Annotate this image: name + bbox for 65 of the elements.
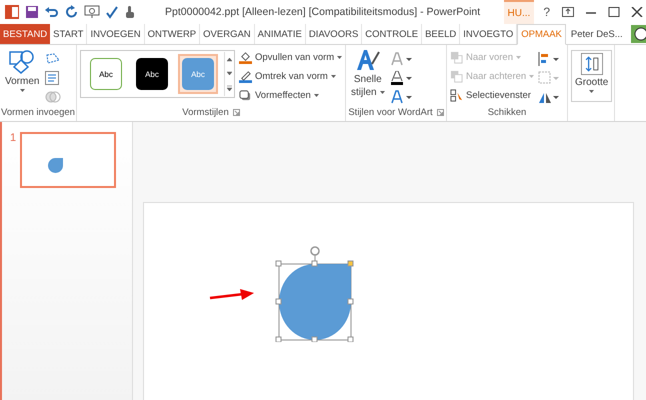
text-box-icon[interactable] <box>45 71 60 85</box>
text-effects-icon[interactable] <box>390 90 413 104</box>
ribbon-tab[interactable]: OVERGAN <box>200 24 255 44</box>
ribbon-tab[interactable]: START <box>50 24 88 44</box>
ribbon-tab[interactable]: CONTROLE <box>362 24 422 44</box>
shapes-button[interactable]: Vormen <box>3 48 42 107</box>
help-button[interactable]: ? <box>539 5 554 19</box>
selection-pane-icon <box>450 89 463 102</box>
spelling-icon[interactable] <box>105 5 119 19</box>
caret-icon <box>380 91 385 94</box>
shape-format-command[interactable]: Opvullen van vorm <box>239 49 342 66</box>
group-icon <box>538 71 560 85</box>
size-button[interactable]: Grootte <box>571 50 612 102</box>
save-icon[interactable] <box>25 5 39 19</box>
group-label: Schikken <box>486 107 528 120</box>
shape-format-command[interactable]: Omtrek van vorm <box>239 68 342 85</box>
caret-icon <box>529 75 534 78</box>
ribbon-tab[interactable]: INVOEGEN <box>87 24 145 44</box>
caret-icon <box>337 56 342 59</box>
arrange-command[interactable]: Selectievenster <box>450 87 534 104</box>
maximize-icon[interactable] <box>608 7 620 17</box>
letter-brush-icon <box>354 48 381 72</box>
teardrop-shape-icon <box>48 158 64 173</box>
touch-icon[interactable] <box>124 5 136 19</box>
caret-icon <box>314 94 319 97</box>
close-icon[interactable] <box>631 7 643 17</box>
size-icon <box>580 53 603 75</box>
group-label: Vormen invoegen <box>0 107 76 120</box>
dialog-launcher-icon[interactable] <box>436 109 444 116</box>
shape-format-command[interactable]: Vormeffecten <box>239 87 342 104</box>
merge-shapes-icon <box>45 90 62 104</box>
window-title: Ppt0000042.ppt [Alleen-lezen] [Compatibiliteitsmodus] - PowerPoint <box>165 6 480 18</box>
text-outline-icon[interactable] <box>390 71 413 85</box>
file-tab[interactable]: BESTAND <box>0 24 50 44</box>
redo-icon[interactable] <box>65 5 79 19</box>
slideshow-icon[interactable] <box>84 5 100 19</box>
caret-icon <box>330 75 336 78</box>
powerpoint-logo-icon <box>4 4 20 20</box>
group-label: Stijlen voor WordArt <box>348 107 433 118</box>
shadow-box-icon <box>239 89 252 102</box>
ribbon-tab[interactable]: ANIMATIE <box>254 24 306 44</box>
group-label: Vormstijlen <box>182 107 229 118</box>
ribbon-tab[interactable]: ONTWERP <box>144 24 200 44</box>
text-fill-icon[interactable] <box>390 52 413 66</box>
shapes-icon <box>8 48 36 74</box>
caret-icon <box>20 89 25 92</box>
slide-number: 1 <box>10 132 16 146</box>
undo-icon[interactable] <box>44 5 60 19</box>
pen-icon <box>239 70 252 83</box>
align-icon[interactable] <box>538 52 560 66</box>
caret-icon <box>516 56 521 59</box>
gallery-scroll-icon[interactable] <box>224 52 234 96</box>
quick-styles-button[interactable]: Snelle stijlen <box>349 48 387 107</box>
paint-bucket-icon <box>239 51 252 64</box>
slide-thumbnail[interactable] <box>20 132 116 188</box>
dialog-launcher-icon[interactable] <box>232 109 240 116</box>
send-backward-icon <box>450 70 463 83</box>
bring-forward-icon <box>450 51 463 64</box>
contextual-tab-title: HU... <box>504 0 534 24</box>
caret-icon <box>589 90 594 93</box>
ribbon-tab[interactable]: BEELD <box>422 24 460 44</box>
ribbon-display-icon[interactable] <box>562 7 574 17</box>
user-name[interactable]: Peter DeS... <box>570 24 623 44</box>
ribbon-tab[interactable]: DIAVOORS <box>306 24 362 44</box>
avatar-icon[interactable] <box>630 25 646 43</box>
